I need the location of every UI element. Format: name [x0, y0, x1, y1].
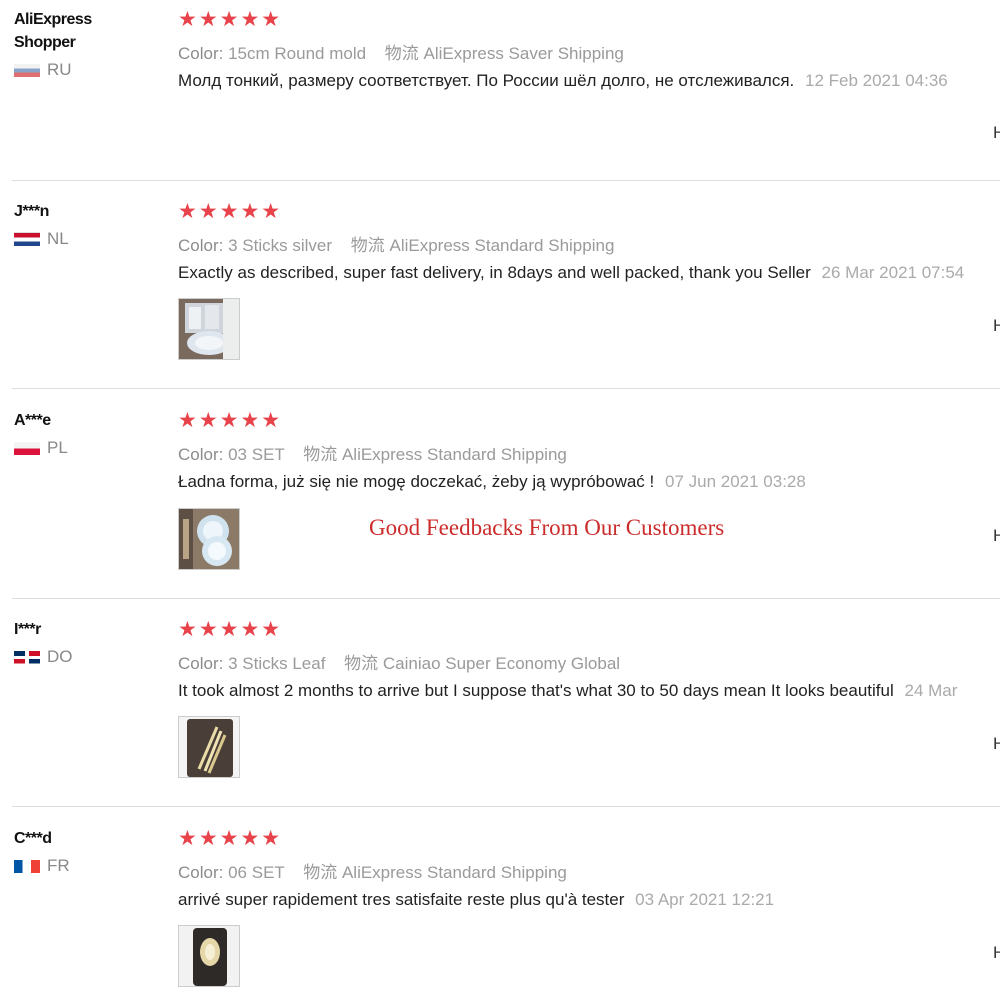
shipping-label: 物流	[344, 654, 379, 673]
divider	[12, 806, 1000, 807]
reviewer-name: C***d	[14, 830, 52, 847]
shipping-value: AliExpress Standard Shipping	[341, 445, 567, 464]
review-date: 03 Apr 2021 12:21	[635, 890, 775, 909]
review-photo[interactable]	[178, 925, 240, 987]
review-date: 07 Jun 2021 03:28	[664, 472, 806, 491]
review-body: Exactly as described, super fast deliver…	[178, 263, 811, 282]
review-meta: Color: 15cm Round mold 物流 AliExpress Sav…	[178, 39, 624, 64]
review-date: 24 Mar	[904, 681, 958, 700]
reviewer-country: FR	[14, 856, 164, 876]
reviewer-name: A***e	[14, 412, 51, 429]
color-value: 06 SET	[228, 863, 285, 882]
flag-fr-icon	[14, 859, 40, 873]
review-body: Молд тонкий, размеру соответствует. По Р…	[178, 71, 795, 90]
helpful-edge-label[interactable]: H	[993, 526, 1000, 546]
color-value: 3 Sticks Leaf	[228, 654, 326, 673]
reviewer-name: AliExpress Shopper	[14, 11, 92, 51]
flag-ru-icon	[14, 63, 40, 77]
photo-mold-image	[179, 926, 239, 986]
reviewer-info: AliExpress Shopper RU	[14, 8, 164, 80]
star-rating: ★★★★★	[178, 618, 283, 641]
review-body: Ładna forma, już się nie mogę doczekać, …	[178, 472, 655, 491]
reviewer-country: DO	[14, 647, 164, 667]
reviewer-country: NL	[14, 229, 164, 249]
flag-pl-icon	[14, 441, 40, 455]
review-date: 12 Feb 2021 04:36	[805, 71, 948, 90]
color-label: Color:	[178, 445, 224, 464]
review-item: AliExpress Shopper RU ★★★★★ Color: 15cm …	[0, 0, 1000, 180]
divider	[12, 180, 1000, 181]
country-code: PL	[47, 438, 68, 457]
color-value: 3 Sticks silver	[228, 236, 333, 255]
review-body: It took almost 2 months to arrive but I …	[178, 681, 894, 700]
review-text: arrivé super rapidement tres satisfaite …	[178, 890, 1000, 910]
color-value: 03 SET	[228, 445, 285, 464]
star-rating: ★★★★★	[178, 409, 283, 432]
reviewer-info: C***d FR	[14, 827, 164, 876]
reviewer-info: I***r DO	[14, 618, 164, 667]
country-code: RU	[47, 60, 72, 79]
review-meta: Color: 03 SET 物流 AliExpress Standard Shi…	[178, 440, 567, 465]
shipping-value: AliExpress Standard Shipping	[341, 863, 567, 882]
review-text: Молд тонкий, размеру соответствует. По Р…	[178, 71, 1000, 91]
review-text: It took almost 2 months to arrive but I …	[178, 681, 1000, 701]
feedback-banner: Good Feedbacks From Our Customers	[369, 515, 725, 540]
review-text: Exactly as described, super fast deliver…	[178, 263, 1000, 283]
shipping-value: Cainiao Super Economy Global	[382, 654, 621, 673]
review-date: 26 Mar 2021 07:54	[821, 263, 965, 282]
star-rating: ★★★★★	[178, 827, 283, 850]
country-code: NL	[47, 229, 69, 248]
reviewer-name: J***n	[14, 203, 49, 220]
flag-nl-icon	[14, 232, 40, 246]
country-code: FR	[47, 856, 70, 875]
review-item: I***r DO ★★★★★ Color: 3 Sticks Leaf 物流 C…	[0, 610, 1000, 806]
reviewer-country: PL	[14, 438, 164, 458]
shipping-label: 物流	[384, 44, 419, 63]
review-photo[interactable]	[178, 716, 240, 778]
color-label: Color:	[178, 236, 224, 255]
shipping-label: 物流	[303, 445, 338, 464]
star-rating: ★★★★★	[178, 200, 283, 223]
divider	[12, 388, 1000, 389]
review-item: C***d FR ★★★★★ Color: 06 SET 物流 AliExpre…	[0, 819, 1000, 1000]
photo-molds-image	[179, 299, 239, 359]
photo-molds-image	[179, 509, 239, 569]
review-photo[interactable]	[178, 298, 240, 360]
flag-do-icon	[14, 650, 40, 664]
reviewer-info: J***n NL	[14, 200, 164, 249]
reviewer-info: A***e PL	[14, 409, 164, 458]
color-value: 15cm Round mold	[228, 44, 367, 63]
color-label: Color:	[178, 654, 224, 673]
photo-sticks-image	[179, 717, 239, 777]
review-text: Ładna forma, już się nie mogę doczekać, …	[178, 472, 1000, 492]
divider	[12, 598, 1000, 599]
review-meta: Color: 06 SET 物流 AliExpress Standard Shi…	[178, 858, 567, 883]
color-label: Color:	[178, 44, 224, 63]
helpful-edge-label[interactable]: H	[993, 943, 1000, 963]
review-body: arrivé super rapidement tres satisfaite …	[178, 890, 625, 909]
star-rating: ★★★★★	[178, 8, 283, 31]
review-item: J***n NL ★★★★★ Color: 3 Sticks silver 物流…	[0, 192, 1000, 388]
reviewer-country: RU	[14, 60, 164, 80]
review-photo[interactable]	[178, 508, 240, 570]
color-label: Color:	[178, 863, 224, 882]
country-code: DO	[47, 647, 73, 666]
shipping-value: AliExpress Standard Shipping	[389, 236, 615, 255]
shipping-label: 物流	[303, 863, 338, 882]
shipping-label: 物流	[350, 236, 385, 255]
review-meta: Color: 3 Sticks silver 物流 AliExpress Sta…	[178, 231, 614, 256]
review-meta: Color: 3 Sticks Leaf 物流 Cainiao Super Ec…	[178, 649, 620, 674]
helpful-edge-label[interactable]: H	[993, 123, 1000, 143]
reviewer-name: I***r	[14, 621, 41, 638]
helpful-edge-label[interactable]: H	[993, 316, 1000, 336]
review-item: A***e PL ★★★★★ Color: 03 SET 物流 AliExpre…	[0, 401, 1000, 598]
helpful-edge-label[interactable]: H	[993, 734, 1000, 754]
shipping-value: AliExpress Saver Shipping	[423, 44, 624, 63]
